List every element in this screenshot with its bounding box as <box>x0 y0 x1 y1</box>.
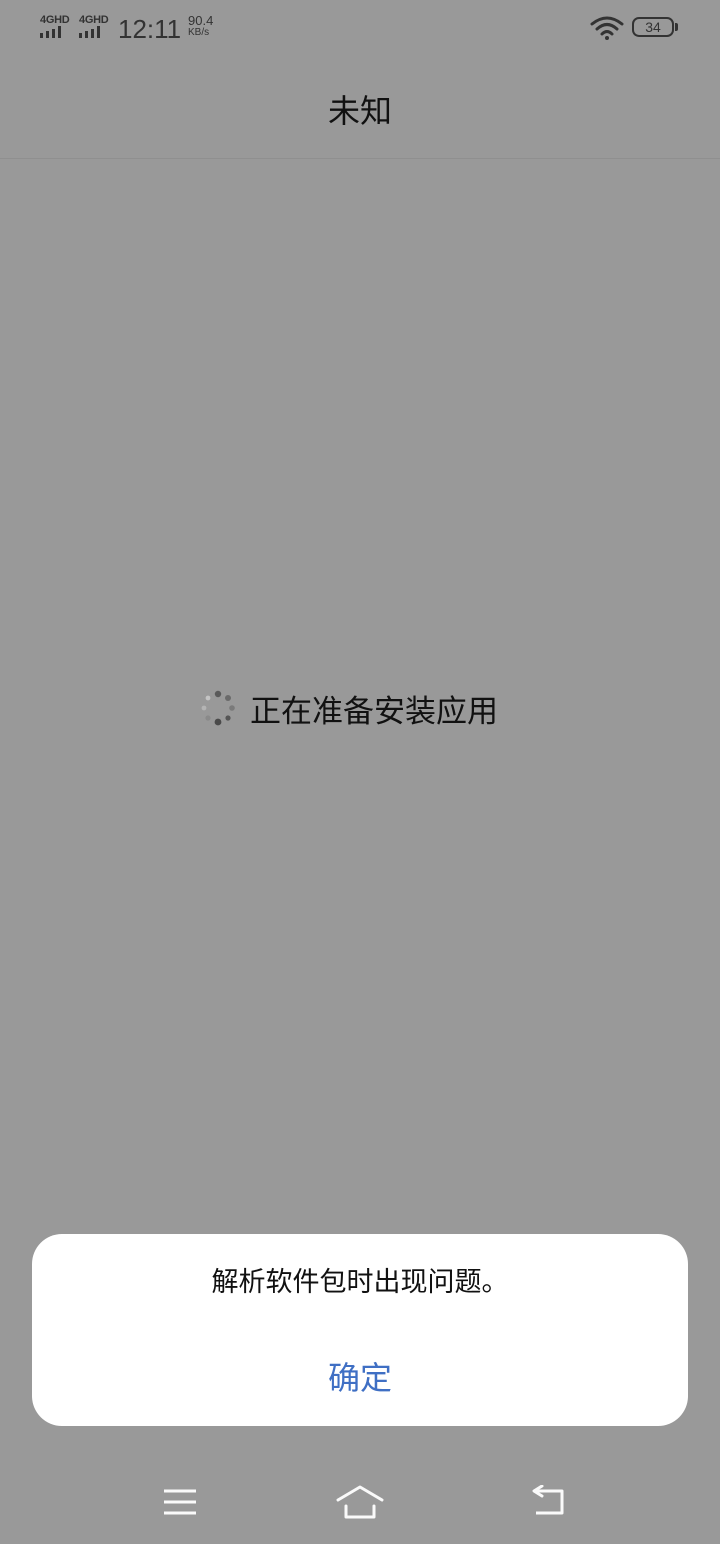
confirm-button[interactable]: 确定 <box>32 1346 688 1410</box>
network-speed-value: 90.4 <box>188 13 214 28</box>
sim2-network-label: 4GHD <box>79 14 109 26</box>
back-button[interactable] <box>518 1476 578 1528</box>
network-speed: 90.4 KB/s <box>188 13 214 39</box>
loading-row: 正在准备安装应用 <box>200 684 498 732</box>
loading-text: 正在准备安装应用 <box>250 693 498 730</box>
battery-icon: 34 <box>632 17 674 37</box>
spinner-icon <box>201 690 235 726</box>
battery-level: 34 <box>645 19 661 35</box>
home-button[interactable] <box>330 1476 390 1528</box>
title-bar: 未知 <box>0 56 720 159</box>
status-bar: 4GHD 4GHD 12:11 90.4 KB/s 34 <box>0 0 720 56</box>
home-icon <box>336 1485 384 1519</box>
menu-icon <box>164 1489 196 1515</box>
back-icon <box>532 1485 564 1515</box>
wifi-icon <box>590 16 624 44</box>
sim2-signal-icon: 4GHD <box>79 14 113 40</box>
network-speed-unit: KB/s <box>188 27 210 38</box>
battery-cap <box>675 23 678 31</box>
page-title: 未知 <box>327 92 392 130</box>
error-dialog: 解析软件包时出现问题。 确定 <box>32 1234 688 1426</box>
sim1-signal-icon: 4GHD <box>40 14 74 40</box>
dialog-message: 解析软件包时出现问题。 <box>211 1267 509 1298</box>
status-time: 12:11 <box>118 14 182 44</box>
menu-button[interactable] <box>150 1476 210 1528</box>
sim1-network-label: 4GHD <box>40 14 70 26</box>
